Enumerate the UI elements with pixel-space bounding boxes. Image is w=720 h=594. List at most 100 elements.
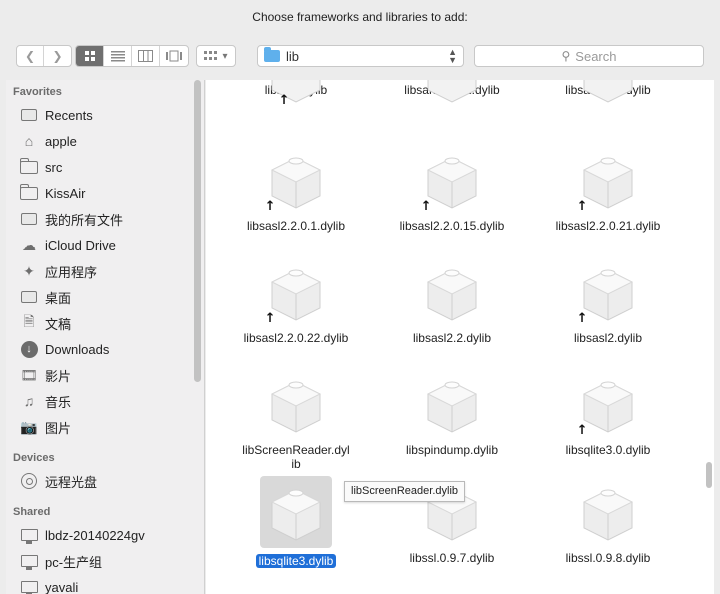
file-item[interactable]: ↗ libsqlite3.0.dylib bbox=[533, 368, 683, 457]
file-name: libsasl2.dylib bbox=[573, 331, 643, 345]
file-item[interactable]: libsandbox.1.dylib bbox=[377, 80, 527, 103]
disc-icon bbox=[19, 473, 39, 489]
file-name: libScreenReader.dyl ib bbox=[221, 443, 371, 471]
cloud-icon: ☁ bbox=[22, 236, 36, 253]
all-files-icon bbox=[19, 211, 39, 227]
sidebar-item-pc[interactable]: pc-生产组 bbox=[19, 550, 102, 572]
file-name: libsasl2.2.0.21.dylib bbox=[555, 219, 661, 233]
sidebar-item-label: 桌面 bbox=[45, 290, 72, 306]
file-name: libssl.0.9.8.dylib bbox=[565, 551, 651, 565]
movies-icon: 🎞 bbox=[20, 366, 38, 383]
sidebar-item-label: yavali bbox=[45, 579, 79, 594]
sidebar-item-label: KissAir bbox=[45, 185, 86, 201]
list-view-icon bbox=[110, 51, 125, 62]
arrange-button[interactable]: ▾ bbox=[196, 45, 236, 67]
sidebar-item-label: 影片 bbox=[45, 368, 72, 384]
sidebar-item-downloads[interactable]: ↓ Downloads bbox=[19, 338, 109, 360]
search-field[interactable]: ⚲ Search bbox=[474, 45, 704, 67]
file-item[interactable]: ↗ libsasl2.2.0.22.dylib bbox=[221, 256, 371, 345]
folder-icon bbox=[264, 47, 280, 62]
icon-view-icon bbox=[84, 51, 95, 61]
search-icon: ⚲ bbox=[561, 49, 571, 63]
chevron-left-icon: ❮ bbox=[24, 49, 36, 63]
content-scrollbar[interactable] bbox=[706, 462, 712, 488]
sidebar-item-icloud-drive[interactable]: ☁ iCloud Drive bbox=[19, 234, 116, 256]
dylib-icon: ↗ bbox=[260, 144, 332, 216]
downloads-icon: ↓ bbox=[19, 340, 39, 358]
file-item[interactable]: libspindump.dylib bbox=[377, 368, 527, 457]
sidebar-item-pictures[interactable]: 📷 图片 bbox=[19, 416, 71, 438]
file-name: libsasl2.2.0.15.dylib bbox=[399, 219, 505, 233]
file-item[interactable]: ↗ libsasl2.2.0.21.dylib bbox=[533, 144, 683, 233]
file-name: libsqlite3.0.dylib bbox=[565, 443, 651, 457]
dylib-icon bbox=[416, 368, 488, 440]
sidebar-item-kissair[interactable]: KissAir bbox=[19, 182, 85, 204]
sidebar-item-desktop[interactable]: 桌面 bbox=[19, 286, 71, 308]
arrange-grid-icon bbox=[204, 51, 218, 60]
sidebar-item-label: pc-生产组 bbox=[45, 554, 103, 570]
sidebar-item-src[interactable]: src bbox=[19, 156, 62, 178]
coverflow-view-button[interactable] bbox=[160, 46, 188, 66]
file-item[interactable]: libsandbox.dylib bbox=[533, 80, 683, 103]
path-label: lib bbox=[286, 48, 300, 64]
applications-icon: ✦ bbox=[23, 262, 35, 279]
dylib-icon bbox=[260, 368, 332, 440]
sidebar-item-label: iCloud Drive bbox=[45, 237, 116, 253]
sidebar-item-documents[interactable]: 🗎 文稿 bbox=[19, 312, 71, 334]
dylib-icon bbox=[260, 476, 332, 548]
desktop-icon bbox=[19, 289, 39, 305]
sidebar-item-label: Recents bbox=[45, 107, 93, 123]
file-name: libssl.0.9.7.dylib bbox=[409, 551, 495, 565]
sidebar-section-favorites: Favorites bbox=[13, 86, 62, 98]
chevron-right-icon: ❯ bbox=[52, 49, 63, 63]
coverflow-view-icon bbox=[166, 50, 182, 62]
forward-button[interactable]: ❯ bbox=[44, 46, 71, 66]
file-name: libsasl2.2.0.1.dylib bbox=[246, 219, 346, 233]
sidebar-item-applications[interactable]: ✦ 应用程序 bbox=[19, 260, 97, 282]
file-item[interactable]: ↗ libsasl2.dylib bbox=[533, 256, 683, 345]
file-item[interactable]: ↗ libsasl2.2.0.15.dylib bbox=[377, 144, 527, 233]
sidebar-item-label: apple bbox=[45, 133, 77, 149]
sidebar-item-yavali[interactable]: yavali bbox=[19, 576, 78, 594]
back-button[interactable]: ❮ bbox=[17, 46, 44, 66]
dylib-icon: ↗ bbox=[572, 256, 644, 328]
sidebar-item-movies[interactable]: 🎞 影片 bbox=[19, 364, 71, 386]
folder-icon bbox=[19, 157, 39, 175]
file-item[interactable]: libScreenReader.dyl ib bbox=[221, 368, 371, 471]
icon-view-button[interactable] bbox=[76, 46, 104, 66]
music-icon: ♫ bbox=[23, 393, 35, 409]
file-name: libsasl2.2.0.22.dylib bbox=[243, 331, 349, 345]
documents-icon: 🗎 bbox=[23, 313, 35, 329]
sidebar-item-all-files[interactable]: 我的所有文件 bbox=[19, 208, 123, 230]
file-item[interactable]: ↗ libsasl2.2.0.1.dylib bbox=[221, 144, 371, 233]
sidebar-item-lbdz[interactable]: lbdz-20140224gv bbox=[19, 524, 145, 546]
sidebar-item-apple[interactable]: ⌂ apple bbox=[19, 130, 77, 152]
dylib-icon: ↗ bbox=[572, 368, 644, 440]
folder-icon bbox=[19, 183, 39, 201]
dylib-icon: ↗ bbox=[416, 144, 488, 216]
column-view-button[interactable] bbox=[132, 46, 160, 66]
sidebar-item-label: 图片 bbox=[45, 420, 72, 436]
sidebar-item-label: 我的所有文件 bbox=[45, 212, 124, 228]
file-item[interactable]: ↗ libruby.dylib bbox=[221, 80, 371, 108]
sidebar-item-label: 音乐 bbox=[45, 394, 72, 410]
pictures-icon: 📷 bbox=[20, 418, 38, 435]
sidebar-item-label: 远程光盘 bbox=[45, 474, 98, 490]
monitor-icon bbox=[19, 579, 39, 594]
file-name: libsqlite3.dylib bbox=[255, 554, 337, 568]
sidebar-section-devices: Devices bbox=[13, 452, 55, 464]
sidebar-item-recents[interactable]: Recents bbox=[19, 104, 93, 126]
column-view-icon bbox=[138, 50, 153, 62]
sidebar-scrollbar[interactable] bbox=[194, 80, 201, 382]
file-item[interactable]: libsasl2.2.dylib bbox=[377, 256, 527, 345]
dylib-icon: ↗ bbox=[260, 256, 332, 328]
list-view-button[interactable] bbox=[104, 46, 132, 66]
sidebar-item-music[interactable]: ♫ 音乐 bbox=[19, 390, 71, 412]
recents-icon bbox=[19, 107, 39, 123]
file-browser: ↗ libruby.dylib libsandbox.1.dylib libsa… bbox=[206, 80, 714, 594]
sidebar-item-remote-disc[interactable]: 远程光盘 bbox=[19, 470, 97, 492]
path-popup[interactable]: lib ▲ ▼ bbox=[257, 45, 464, 67]
sidebar-item-label: lbdz-20140224gv bbox=[45, 527, 145, 543]
file-item[interactable]: libssl.0.9.8.dylib bbox=[533, 476, 683, 565]
sidebar-item-label: 文稿 bbox=[45, 316, 72, 332]
